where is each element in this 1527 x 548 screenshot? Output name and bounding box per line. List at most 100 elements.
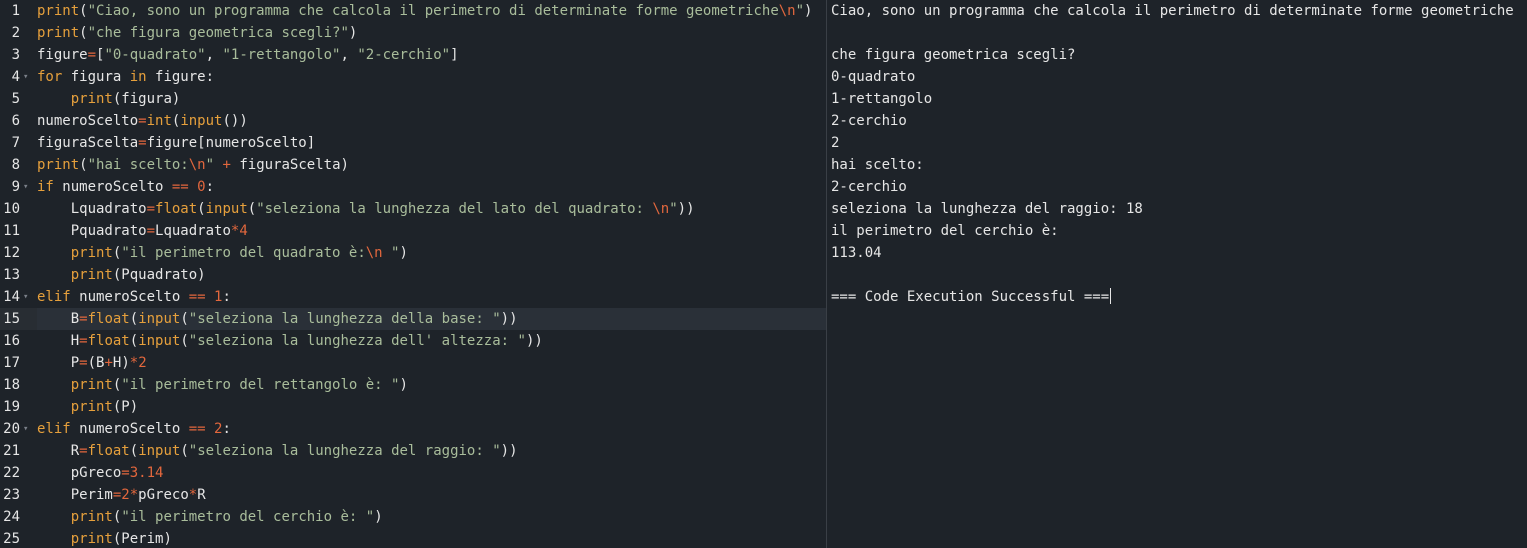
text-cursor xyxy=(1110,288,1112,304)
code-token: numeroScelto xyxy=(37,113,139,129)
code-line[interactable]: 18 print("il perimetro del rettangolo è:… xyxy=(0,374,826,396)
code-token: \n xyxy=(365,245,383,261)
line-number: 1 xyxy=(11,3,20,19)
code-line[interactable]: 21 R=float(input("seleziona la lunghezza… xyxy=(0,440,826,462)
code-token: )) xyxy=(677,201,695,217)
code-text: print("hai scelto:\n" + figuraScelta) xyxy=(37,154,826,176)
line-number: 24 xyxy=(3,509,20,525)
code-line[interactable]: 9 ▾ if numeroScelto == 0: xyxy=(0,176,826,198)
code-token: " xyxy=(205,157,215,173)
code-token: "1-rettangolo" xyxy=(222,47,341,63)
code-line[interactable]: 3 figure=["0-quadrato", "1-rettangolo", "… xyxy=(0,44,826,66)
code-token: = xyxy=(87,47,97,63)
chevron-down-icon[interactable]: ▾ xyxy=(23,286,33,308)
code-text: print(Pquadrato) xyxy=(37,264,826,286)
code-text: elif numeroScelto == 2: xyxy=(37,418,826,440)
console-line: il perimetro del cerchio è: xyxy=(831,220,1059,242)
code-editor[interactable]: 1 print("Ciao, sono un programma che calc… xyxy=(0,0,826,548)
code-token: ) xyxy=(804,3,813,19)
code-line[interactable]: 8 print("hai scelto:\n" + figuraScelta) xyxy=(0,154,826,176)
code-line[interactable]: 2 print("che figura geometrica scegli?") xyxy=(0,22,826,44)
code-line[interactable]: 5 print(figura) xyxy=(0,88,826,110)
code-token: print xyxy=(70,267,113,283)
code-token: print xyxy=(37,157,80,173)
line-number: 25 xyxy=(3,531,20,547)
code-token: print xyxy=(70,531,113,547)
code-line[interactable]: 10 Lquadrato=float(input("seleziona la l… xyxy=(0,198,826,220)
code-token: "che figura geometrica scegli?" xyxy=(87,25,349,41)
code-line[interactable]: 11 Pquadrato=Lquadrato*4 xyxy=(0,220,826,242)
code-token: "il perimetro del quadrato è: xyxy=(121,245,366,261)
code-token: Pquadrato xyxy=(37,223,147,239)
code-token: , xyxy=(340,47,358,63)
code-token: print xyxy=(70,245,113,261)
code-token: = xyxy=(138,135,147,151)
code-line[interactable]: 25 print(Perim) xyxy=(0,528,826,548)
code-token: ( xyxy=(79,3,88,19)
code-token: figura xyxy=(62,69,130,85)
code-token: ( xyxy=(129,443,139,459)
code-token: H xyxy=(37,333,80,349)
code-text: Perim=2*pGreco*R xyxy=(37,484,826,506)
console-text: seleziona la lunghezza del raggio: 18 xyxy=(831,201,1143,217)
code-token: "seleziona la lunghezza del lato del qua… xyxy=(256,201,653,217)
code-token: ( xyxy=(180,443,189,459)
code-line[interactable]: 24 print("il perimetro del cerchio è: ") xyxy=(0,506,826,528)
code-text: if numeroScelto == 0: xyxy=(37,176,826,198)
code-line[interactable]: 12 print("il perimetro del quadrato è:\n… xyxy=(0,242,826,264)
line-number: 8 xyxy=(11,157,20,173)
code-token: print xyxy=(37,25,80,41)
line-number: 9 xyxy=(11,179,20,195)
chevron-down-icon[interactable]: ▾ xyxy=(23,418,33,440)
line-number: 6 xyxy=(11,113,20,129)
code-token: elif xyxy=(37,421,71,437)
console-line: === Code Execution Successful === xyxy=(831,286,1112,308)
code-token: print xyxy=(70,509,113,525)
code-line[interactable]: 16 H=float(input("seleziona la lunghezza… xyxy=(0,330,826,352)
code-token: numeroScelto xyxy=(53,179,172,195)
code-token: (B xyxy=(87,355,105,371)
code-line[interactable]: 6 numeroScelto=int(input()) xyxy=(0,110,826,132)
code-token: )) xyxy=(525,333,543,349)
console-line: 1-rettangolo xyxy=(831,88,932,110)
code-line[interactable]: 17 P=(B+H)*2 xyxy=(0,352,826,374)
console-text: 2-cerchio xyxy=(831,113,907,129)
code-text: figuraScelta=figure[numeroScelto] xyxy=(37,132,826,154)
code-token: " xyxy=(382,245,400,261)
line-number: 20 xyxy=(3,421,20,437)
code-token: elif xyxy=(37,289,71,305)
code-token: R xyxy=(197,487,206,503)
code-token: "Ciao, sono un programma che calcola il … xyxy=(87,3,779,19)
code-text: for figura in figure: xyxy=(37,66,826,88)
code-text: H=float(input("seleziona la lunghezza de… xyxy=(37,330,826,352)
code-line[interactable]: 23 Perim=2*pGreco*R xyxy=(0,484,826,506)
code-token: print xyxy=(70,377,113,393)
line-number: 21 xyxy=(3,443,20,459)
code-line[interactable]: 13 print(Pquadrato) xyxy=(0,264,826,286)
code-token: = xyxy=(79,443,88,459)
code-line[interactable]: 19 print(P) xyxy=(0,396,826,418)
console-text: hai scelto: xyxy=(831,157,924,173)
code-token: = xyxy=(121,465,130,481)
chevron-down-icon[interactable]: ▾ xyxy=(23,176,33,198)
code-text: elif numeroScelto == 1: xyxy=(37,286,826,308)
ide-window: 1 print("Ciao, sono un programma che calc… xyxy=(0,0,1527,548)
code-line[interactable]: 20 ▾ elif numeroScelto == 2: xyxy=(0,418,826,440)
code-token: R xyxy=(37,443,80,459)
line-number: 2 xyxy=(11,25,20,41)
code-line[interactable]: 7 figuraScelta=figure[numeroScelto] xyxy=(0,132,826,154)
code-line[interactable]: 4 ▾ for figura in figure: xyxy=(0,66,826,88)
code-text: figure=["0-quadrato", "1-rettangolo", "2… xyxy=(37,44,826,66)
code-line[interactable]: 1 print("Ciao, sono un programma che calc… xyxy=(0,0,826,22)
code-token: "seleziona la lunghezza del raggio: " xyxy=(188,443,501,459)
code-line[interactable]: 15 B=float(input("seleziona la lunghezza… xyxy=(0,308,826,330)
code-line[interactable]: 14 ▾ elif numeroScelto == 1: xyxy=(0,286,826,308)
chevron-down-icon[interactable]: ▾ xyxy=(23,66,33,88)
code-text: pGreco=3.14 xyxy=(37,462,826,484)
line-number: 16 xyxy=(3,333,20,349)
output-console[interactable]: Ciao, sono un programma che calcola il p… xyxy=(827,0,1527,548)
console-text: il perimetro del cerchio è: xyxy=(831,223,1059,239)
code-line[interactable]: 22 pGreco=3.14 xyxy=(0,462,826,484)
